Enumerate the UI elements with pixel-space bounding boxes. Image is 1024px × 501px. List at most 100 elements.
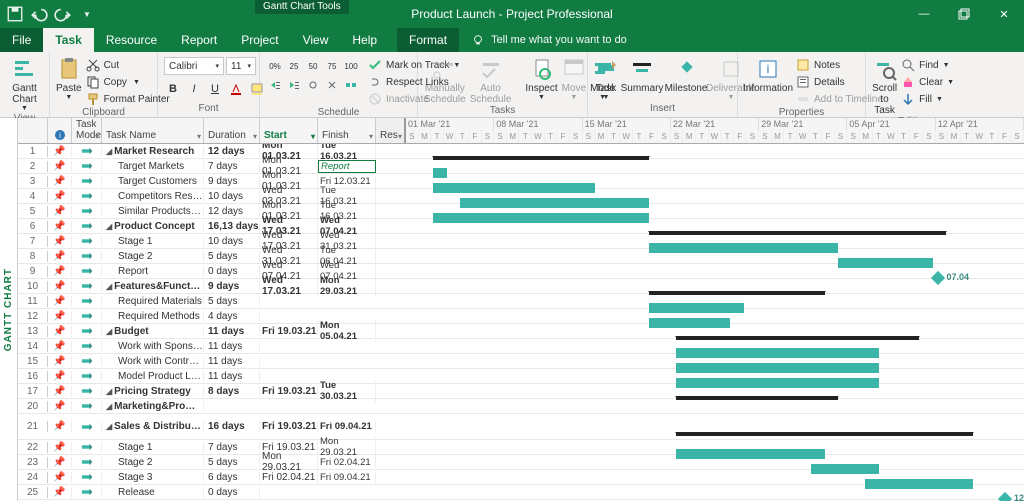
- duration-cell[interactable]: 11 days: [204, 326, 260, 337]
- task-mode-cell[interactable]: [72, 161, 102, 171]
- close-button[interactable]: ✕: [984, 0, 1024, 28]
- task-mode-cell[interactable]: [72, 401, 102, 411]
- task-name-cell[interactable]: ◢Market Research: [102, 146, 204, 157]
- task-name-cell[interactable]: Stage 2: [102, 251, 204, 262]
- row-number[interactable]: 8: [18, 251, 48, 262]
- duration-cell[interactable]: 7 days: [204, 161, 260, 172]
- indicator-cell[interactable]: 📌: [48, 442, 72, 453]
- insert-task-button[interactable]: Task▼: [594, 57, 618, 102]
- row-number[interactable]: 13: [18, 326, 48, 337]
- tab-report[interactable]: Report: [169, 28, 229, 52]
- task-name-cell[interactable]: Required Materials: [102, 296, 204, 307]
- row-number[interactable]: 23: [18, 457, 48, 468]
- paste-button[interactable]: Paste▼: [56, 57, 82, 102]
- gantt-bar[interactable]: [676, 348, 879, 358]
- task-row[interactable]: 14📌Work with Sponsors11 days: [18, 339, 1024, 354]
- col-duration[interactable]: Duration▾: [204, 118, 260, 143]
- save-icon[interactable]: [6, 5, 24, 23]
- row-number[interactable]: 11: [18, 296, 48, 307]
- duration-cell[interactable]: 5 days: [204, 296, 260, 307]
- duration-cell[interactable]: 16 days: [204, 421, 260, 432]
- task-mode-cell[interactable]: [72, 341, 102, 351]
- row-number[interactable]: 10: [18, 281, 48, 292]
- indent-button[interactable]: [285, 76, 303, 94]
- finish-cell[interactable]: Mon 29.03.21: [318, 275, 376, 297]
- task-rows[interactable]: 1📌◢Market Research12 daysMon 01.03.21Tue…: [18, 144, 1024, 501]
- task-name-cell[interactable]: Stage 1: [102, 236, 204, 247]
- row-number[interactable]: 1: [18, 146, 48, 157]
- duration-cell[interactable]: 9 days: [204, 176, 260, 187]
- task-name-cell[interactable]: Stage 3: [102, 472, 204, 483]
- gantt-bar[interactable]: [676, 396, 838, 400]
- row-number[interactable]: 7: [18, 236, 48, 247]
- task-mode-cell[interactable]: [72, 176, 102, 186]
- task-name-cell[interactable]: Target Markets: [102, 161, 204, 172]
- task-name-cell[interactable]: Similar Products Research: [102, 206, 204, 217]
- start-cell[interactable]: Fri 19.03.21: [260, 326, 318, 337]
- finish-cell[interactable]: Fri 02.04.21: [318, 457, 376, 468]
- task-row[interactable]: 7📌Stage 110 daysWed 17.03.21Wed 31.03.21: [18, 234, 1024, 249]
- tab-file[interactable]: File: [0, 28, 43, 52]
- row-number[interactable]: 6: [18, 221, 48, 232]
- start-cell[interactable]: Mon 29.03.21: [260, 451, 318, 473]
- gantt-bar[interactable]: [838, 258, 933, 268]
- duration-cell[interactable]: 8 days: [204, 386, 260, 397]
- gantt-bar[interactable]: [649, 231, 946, 235]
- gantt-bar[interactable]: [433, 168, 447, 178]
- indicator-cell[interactable]: 📌: [48, 341, 72, 352]
- task-row[interactable]: 20📌◢Marketing&Promotion: [18, 399, 1024, 414]
- font-family-select[interactable]: Calibri▾: [164, 57, 224, 75]
- gantt-chart-button[interactable]: Gantt Chart▼: [6, 57, 43, 113]
- gantt-bar[interactable]: [676, 363, 879, 373]
- indicator-cell[interactable]: 📌: [48, 266, 72, 277]
- task-mode-cell[interactable]: [72, 266, 102, 276]
- task-mode-cell[interactable]: [72, 296, 102, 306]
- milestone-diamond[interactable]: [998, 492, 1012, 501]
- indicator-cell[interactable]: 📌: [48, 146, 72, 157]
- row-number[interactable]: 14: [18, 341, 48, 352]
- task-mode-cell[interactable]: [72, 281, 102, 291]
- task-name-cell[interactable]: ◢Product Concept: [102, 221, 204, 232]
- row-number[interactable]: 22: [18, 442, 48, 453]
- indicator-cell[interactable]: 📌: [48, 311, 72, 322]
- progress-100-button[interactable]: 100: [342, 57, 360, 75]
- indicator-cell[interactable]: 📌: [48, 161, 72, 172]
- gantt-bar[interactable]: [676, 432, 973, 436]
- undo-icon[interactable]: [30, 5, 48, 23]
- duration-cell[interactable]: 0 days: [204, 487, 260, 498]
- indicator-cell[interactable]: 📌: [48, 221, 72, 232]
- task-row[interactable]: 1📌◢Market Research12 daysMon 01.03.21Tue…: [18, 144, 1024, 159]
- task-name-cell[interactable]: Work with Contractors: [102, 356, 204, 367]
- task-mode-cell[interactable]: [72, 146, 102, 156]
- indicator-cell[interactable]: 📌: [48, 206, 72, 217]
- indicator-cell[interactable]: 📌: [48, 176, 72, 187]
- row-number[interactable]: 15: [18, 356, 48, 367]
- manually-schedule-button[interactable]: Manually Schedule: [424, 57, 466, 105]
- task-mode-cell[interactable]: [72, 221, 102, 231]
- finish-cell[interactable]: Tue 30.03.21: [318, 380, 376, 402]
- task-row[interactable]: 13📌◢Budget11 daysFri 19.03.21Mon 05.04.2…: [18, 324, 1024, 339]
- task-mode-cell[interactable]: [72, 487, 102, 497]
- duration-cell[interactable]: 12 days: [204, 146, 260, 157]
- row-number[interactable]: 2: [18, 161, 48, 172]
- duration-cell[interactable]: 4 days: [204, 311, 260, 322]
- duration-cell[interactable]: 5 days: [204, 457, 260, 468]
- task-name-cell[interactable]: ◢Marketing&Promotion: [102, 401, 204, 412]
- col-task-name[interactable]: Task Name▾: [102, 118, 204, 143]
- task-name-cell[interactable]: Report: [102, 266, 204, 277]
- task-row[interactable]: 10📌◢Features&Functions9 daysWed 17.03.21…: [18, 279, 1024, 294]
- indicator-cell[interactable]: 📌: [48, 236, 72, 247]
- row-number[interactable]: 5: [18, 206, 48, 217]
- milestone-button[interactable]: Milestone: [666, 57, 706, 94]
- finish-cell[interactable]: Mon 29.03.21: [318, 436, 376, 458]
- split-button[interactable]: [342, 76, 360, 94]
- deliverable-button[interactable]: Deliverable▼: [710, 57, 752, 102]
- gantt-bar[interactable]: [676, 378, 879, 388]
- col-task-mode[interactable]: Task Mode▾: [72, 118, 102, 143]
- font-size-select[interactable]: 11▾: [226, 57, 256, 75]
- start-cell[interactable]: Wed 17.03.21: [260, 275, 318, 297]
- redo-icon[interactable]: [54, 5, 72, 23]
- task-name-cell[interactable]: Target Customers: [102, 176, 204, 187]
- gantt-bar[interactable]: [460, 198, 649, 208]
- indicator-cell[interactable]: 📌: [48, 251, 72, 262]
